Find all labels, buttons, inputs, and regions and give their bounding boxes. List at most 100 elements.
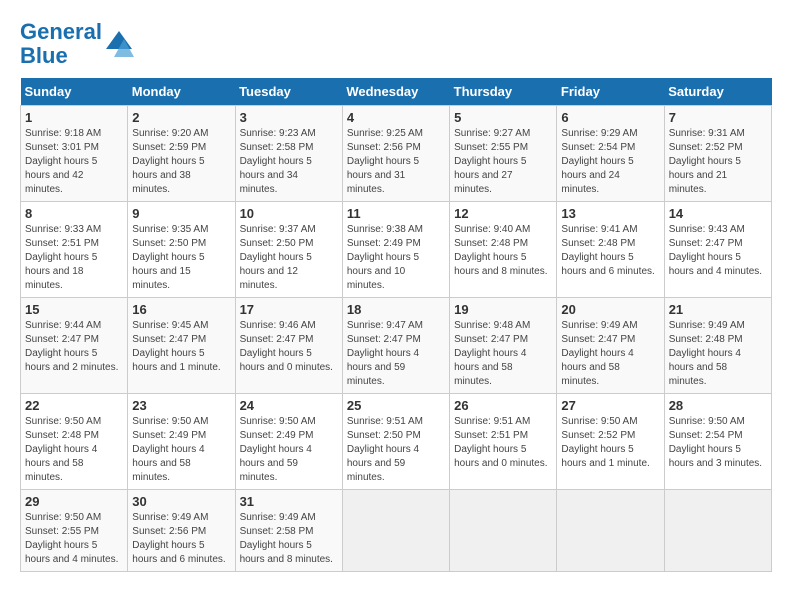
day-info: Sunrise: 9:49 AM Sunset: 2:58 PM Dayligh… xyxy=(240,511,338,567)
day-info: Sunrise: 9:20 AM Sunset: 2:59 PM Dayligh… xyxy=(132,127,230,197)
calendar-cell: 1 Sunrise: 9:18 AM Sunset: 3:01 PM Dayli… xyxy=(21,106,128,202)
calendar-cell: 9 Sunrise: 9:35 AM Sunset: 2:50 PM Dayli… xyxy=(128,202,235,298)
weekday-header-row: SundayMondayTuesdayWednesdayThursdayFrid… xyxy=(21,78,772,106)
calendar-week-row: 29 Sunrise: 9:50 AM Sunset: 2:55 PM Dayl… xyxy=(21,490,772,572)
calendar-cell: 8 Sunrise: 9:33 AM Sunset: 2:51 PM Dayli… xyxy=(21,202,128,298)
day-info: Sunrise: 9:47 AM Sunset: 2:47 PM Dayligh… xyxy=(347,319,445,389)
calendar-cell xyxy=(557,490,664,572)
calendar-cell xyxy=(342,490,449,572)
day-info: Sunrise: 9:31 AM Sunset: 2:52 PM Dayligh… xyxy=(669,127,767,197)
day-info: Sunrise: 9:40 AM Sunset: 2:48 PM Dayligh… xyxy=(454,223,552,279)
calendar-cell: 20 Sunrise: 9:49 AM Sunset: 2:47 PM Dayl… xyxy=(557,298,664,394)
day-number: 13 xyxy=(561,206,659,221)
calendar-cell: 27 Sunrise: 9:50 AM Sunset: 2:52 PM Dayl… xyxy=(557,394,664,490)
day-number: 17 xyxy=(240,302,338,317)
day-number: 8 xyxy=(25,206,123,221)
weekday-header-wednesday: Wednesday xyxy=(342,78,449,106)
day-number: 1 xyxy=(25,110,123,125)
weekday-header-saturday: Saturday xyxy=(664,78,771,106)
calendar-cell: 15 Sunrise: 9:44 AM Sunset: 2:47 PM Dayl… xyxy=(21,298,128,394)
day-number: 2 xyxy=(132,110,230,125)
page-header: General Blue xyxy=(20,20,772,68)
calendar-cell: 16 Sunrise: 9:45 AM Sunset: 2:47 PM Dayl… xyxy=(128,298,235,394)
calendar-cell xyxy=(664,490,771,572)
day-number: 4 xyxy=(347,110,445,125)
day-info: Sunrise: 9:25 AM Sunset: 2:56 PM Dayligh… xyxy=(347,127,445,197)
day-number: 16 xyxy=(132,302,230,317)
day-info: Sunrise: 9:50 AM Sunset: 2:49 PM Dayligh… xyxy=(240,415,338,485)
day-info: Sunrise: 9:46 AM Sunset: 2:47 PM Dayligh… xyxy=(240,319,338,375)
day-info: Sunrise: 9:45 AM Sunset: 2:47 PM Dayligh… xyxy=(132,319,230,375)
calendar-cell: 21 Sunrise: 9:49 AM Sunset: 2:48 PM Dayl… xyxy=(664,298,771,394)
day-info: Sunrise: 9:51 AM Sunset: 2:50 PM Dayligh… xyxy=(347,415,445,485)
calendar-cell: 31 Sunrise: 9:49 AM Sunset: 2:58 PM Dayl… xyxy=(235,490,342,572)
calendar-cell: 29 Sunrise: 9:50 AM Sunset: 2:55 PM Dayl… xyxy=(21,490,128,572)
day-info: Sunrise: 9:50 AM Sunset: 2:54 PM Dayligh… xyxy=(669,415,767,471)
weekday-header-sunday: Sunday xyxy=(21,78,128,106)
day-number: 18 xyxy=(347,302,445,317)
day-info: Sunrise: 9:50 AM Sunset: 2:52 PM Dayligh… xyxy=(561,415,659,471)
calendar-cell: 28 Sunrise: 9:50 AM Sunset: 2:54 PM Dayl… xyxy=(664,394,771,490)
day-number: 31 xyxy=(240,494,338,509)
day-number: 22 xyxy=(25,398,123,413)
day-number: 19 xyxy=(454,302,552,317)
calendar-cell: 14 Sunrise: 9:43 AM Sunset: 2:47 PM Dayl… xyxy=(664,202,771,298)
day-number: 21 xyxy=(669,302,767,317)
calendar-cell: 10 Sunrise: 9:37 AM Sunset: 2:50 PM Dayl… xyxy=(235,202,342,298)
calendar-cell: 4 Sunrise: 9:25 AM Sunset: 2:56 PM Dayli… xyxy=(342,106,449,202)
calendar-week-row: 22 Sunrise: 9:50 AM Sunset: 2:48 PM Dayl… xyxy=(21,394,772,490)
day-number: 10 xyxy=(240,206,338,221)
day-info: Sunrise: 9:35 AM Sunset: 2:50 PM Dayligh… xyxy=(132,223,230,293)
day-number: 27 xyxy=(561,398,659,413)
calendar-cell: 25 Sunrise: 9:51 AM Sunset: 2:50 PM Dayl… xyxy=(342,394,449,490)
day-info: Sunrise: 9:44 AM Sunset: 2:47 PM Dayligh… xyxy=(25,319,123,375)
calendar-cell: 19 Sunrise: 9:48 AM Sunset: 2:47 PM Dayl… xyxy=(450,298,557,394)
day-info: Sunrise: 9:50 AM Sunset: 2:55 PM Dayligh… xyxy=(25,511,123,567)
logo-text: General Blue xyxy=(20,20,102,68)
day-number: 3 xyxy=(240,110,338,125)
day-number: 25 xyxy=(347,398,445,413)
day-number: 20 xyxy=(561,302,659,317)
day-info: Sunrise: 9:38 AM Sunset: 2:49 PM Dayligh… xyxy=(347,223,445,293)
day-number: 5 xyxy=(454,110,552,125)
day-info: Sunrise: 9:48 AM Sunset: 2:47 PM Dayligh… xyxy=(454,319,552,389)
day-info: Sunrise: 9:29 AM Sunset: 2:54 PM Dayligh… xyxy=(561,127,659,197)
day-info: Sunrise: 9:33 AM Sunset: 2:51 PM Dayligh… xyxy=(25,223,123,293)
day-number: 12 xyxy=(454,206,552,221)
weekday-header-tuesday: Tuesday xyxy=(235,78,342,106)
calendar-cell: 17 Sunrise: 9:46 AM Sunset: 2:47 PM Dayl… xyxy=(235,298,342,394)
calendar-cell: 3 Sunrise: 9:23 AM Sunset: 2:58 PM Dayli… xyxy=(235,106,342,202)
calendar-cell: 22 Sunrise: 9:50 AM Sunset: 2:48 PM Dayl… xyxy=(21,394,128,490)
calendar-week-row: 8 Sunrise: 9:33 AM Sunset: 2:51 PM Dayli… xyxy=(21,202,772,298)
calendar-cell: 30 Sunrise: 9:49 AM Sunset: 2:56 PM Dayl… xyxy=(128,490,235,572)
weekday-header-thursday: Thursday xyxy=(450,78,557,106)
calendar-cell: 18 Sunrise: 9:47 AM Sunset: 2:47 PM Dayl… xyxy=(342,298,449,394)
day-number: 28 xyxy=(669,398,767,413)
day-info: Sunrise: 9:18 AM Sunset: 3:01 PM Dayligh… xyxy=(25,127,123,197)
day-info: Sunrise: 9:43 AM Sunset: 2:47 PM Dayligh… xyxy=(669,223,767,279)
day-number: 14 xyxy=(669,206,767,221)
calendar-week-row: 1 Sunrise: 9:18 AM Sunset: 3:01 PM Dayli… xyxy=(21,106,772,202)
weekday-header-friday: Friday xyxy=(557,78,664,106)
day-number: 7 xyxy=(669,110,767,125)
day-number: 26 xyxy=(454,398,552,413)
calendar-cell: 24 Sunrise: 9:50 AM Sunset: 2:49 PM Dayl… xyxy=(235,394,342,490)
day-number: 11 xyxy=(347,206,445,221)
day-number: 9 xyxy=(132,206,230,221)
calendar-cell: 6 Sunrise: 9:29 AM Sunset: 2:54 PM Dayli… xyxy=(557,106,664,202)
day-info: Sunrise: 9:49 AM Sunset: 2:48 PM Dayligh… xyxy=(669,319,767,389)
day-info: Sunrise: 9:50 AM Sunset: 2:48 PM Dayligh… xyxy=(25,415,123,485)
day-number: 30 xyxy=(132,494,230,509)
calendar-cell: 7 Sunrise: 9:31 AM Sunset: 2:52 PM Dayli… xyxy=(664,106,771,202)
calendar-cell: 26 Sunrise: 9:51 AM Sunset: 2:51 PM Dayl… xyxy=(450,394,557,490)
calendar-cell: 2 Sunrise: 9:20 AM Sunset: 2:59 PM Dayli… xyxy=(128,106,235,202)
calendar-cell xyxy=(450,490,557,572)
calendar-cell: 13 Sunrise: 9:41 AM Sunset: 2:48 PM Dayl… xyxy=(557,202,664,298)
day-info: Sunrise: 9:37 AM Sunset: 2:50 PM Dayligh… xyxy=(240,223,338,293)
calendar-cell: 11 Sunrise: 9:38 AM Sunset: 2:49 PM Dayl… xyxy=(342,202,449,298)
day-info: Sunrise: 9:23 AM Sunset: 2:58 PM Dayligh… xyxy=(240,127,338,197)
calendar-table: SundayMondayTuesdayWednesdayThursdayFrid… xyxy=(20,78,772,572)
calendar-cell: 23 Sunrise: 9:50 AM Sunset: 2:49 PM Dayl… xyxy=(128,394,235,490)
day-info: Sunrise: 9:27 AM Sunset: 2:55 PM Dayligh… xyxy=(454,127,552,197)
logo-icon xyxy=(104,29,134,59)
